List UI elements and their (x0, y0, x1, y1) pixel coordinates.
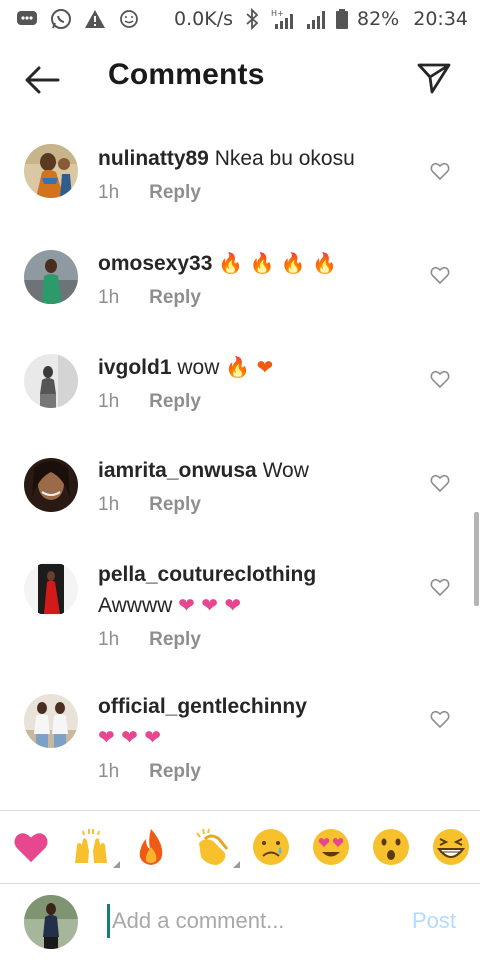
my-avatar (24, 895, 78, 949)
reply-button[interactable]: Reply (149, 494, 201, 516)
comments-header: Comments (0, 44, 480, 116)
arrow-left-icon (25, 66, 60, 94)
comment-emojis: ❤ ❤ ❤ (98, 725, 161, 749)
like-heart-icon[interactable] (430, 370, 450, 388)
reply-button[interactable]: Reply (149, 391, 201, 413)
comment-text: Wow (262, 459, 309, 482)
crying-face-emoji-button[interactable] (250, 826, 292, 868)
bluetooth-icon (241, 8, 263, 30)
comment-text: Awwww (98, 594, 173, 617)
comment-emojis: ❤ ❤ ❤ (178, 593, 242, 617)
network-speed: 0.0K/s (174, 8, 233, 30)
fire-emoji-button[interactable] (130, 826, 172, 868)
avatar[interactable] (24, 694, 78, 748)
reply-button[interactable]: Reply (149, 629, 201, 651)
reply-button[interactable]: Reply (149, 761, 201, 783)
reply-button[interactable]: Reply (149, 182, 201, 204)
share-button[interactable] (416, 60, 452, 96)
warning-icon (84, 8, 106, 30)
comment-input[interactable] (112, 900, 382, 942)
signal-h-plus-icon: H+ (271, 8, 297, 30)
comment-time: 1h (98, 287, 120, 308)
comment-time: 1h (98, 761, 120, 782)
whatsapp-icon (50, 8, 72, 30)
heart-eyes-face-emoji-button[interactable] (310, 826, 352, 868)
battery-percent: 82% (357, 8, 400, 30)
page-title: Comments (108, 58, 265, 91)
clapping-hands-emoji-button[interactable] (190, 826, 240, 868)
chat-bubble-icon (16, 8, 38, 30)
signal-bars-icon (305, 8, 327, 30)
comment-username[interactable]: pella_coutureclothing (98, 563, 316, 586)
avatar[interactable] (24, 562, 78, 616)
text-cursor (107, 904, 110, 938)
like-heart-icon[interactable] (430, 162, 450, 180)
grinning-squinting-face-emoji-button[interactable] (430, 826, 472, 868)
smiley-notification-icon (118, 8, 140, 30)
comment-emojis: 🔥 🔥 🔥 🔥 (218, 251, 337, 275)
avatar[interactable] (24, 354, 78, 408)
comment-username[interactable]: omosexy33 (98, 252, 212, 275)
clock: 20:34 (413, 8, 468, 30)
comment-text: wow (177, 356, 220, 379)
red-heart-emoji-button[interactable] (10, 826, 52, 868)
comment-username[interactable]: iamrita_onwusa (98, 459, 257, 482)
like-heart-icon[interactable] (430, 710, 450, 728)
comment-time: 1h (98, 494, 120, 515)
back-button[interactable] (22, 62, 62, 98)
comment-input-bar: Post (0, 886, 480, 960)
comments-list[interactable]: nulinatty89 Nkea bu okosu 1h Reply omosex… (0, 128, 480, 808)
raising-hands-emoji-button[interactable] (70, 826, 120, 868)
avatar[interactable] (24, 458, 78, 512)
reply-button[interactable]: Reply (149, 287, 201, 309)
surprised-face-emoji-button[interactable] (370, 826, 412, 868)
comment-emojis: 🔥 ❤ (225, 355, 274, 379)
comment-username[interactable]: official_gentlechinny (98, 695, 307, 718)
like-heart-icon[interactable] (430, 266, 450, 284)
comment-text: Nkea bu okosu (214, 147, 355, 170)
battery-icon (335, 8, 349, 30)
quick-emoji-bar (0, 810, 480, 884)
paper-plane-icon (417, 63, 451, 94)
comment-time: 1h (98, 629, 120, 650)
post-button[interactable]: Post (412, 908, 456, 934)
svg-text:H+: H+ (271, 9, 284, 18)
like-heart-icon[interactable] (430, 474, 450, 492)
scrollbar[interactable] (474, 512, 479, 606)
like-heart-icon[interactable] (430, 578, 450, 596)
comment-time: 1h (98, 391, 120, 412)
comment-time: 1h (98, 182, 120, 203)
comment-username[interactable]: ivgold1 (98, 356, 172, 379)
comment-username[interactable]: nulinatty89 (98, 147, 209, 170)
avatar[interactable] (24, 144, 78, 198)
status-bar: 0.0K/s H+ 82% 20:34 (0, 0, 480, 38)
avatar[interactable] (24, 250, 78, 304)
